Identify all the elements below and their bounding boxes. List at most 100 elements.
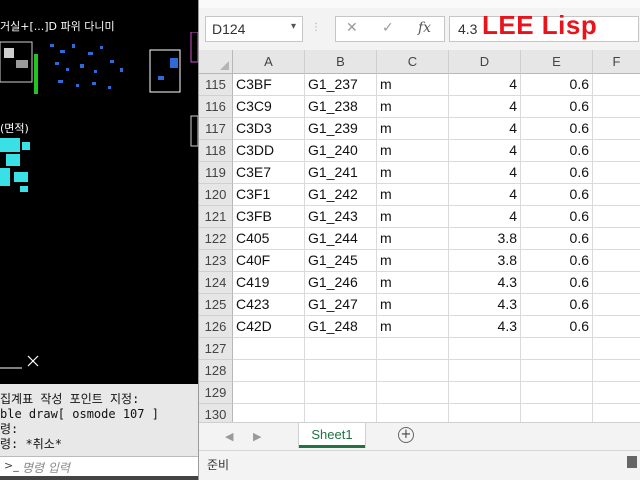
table-cell[interactable] <box>233 338 305 360</box>
table-cell[interactable] <box>377 338 449 360</box>
row-header[interactable]: 120 <box>199 184 233 206</box>
table-cell[interactable]: 0.6 <box>521 74 593 96</box>
table-cell[interactable]: C3BF <box>233 74 305 96</box>
command-input[interactable]: >_ 명령 입력 <box>0 456 198 476</box>
table-cell[interactable]: 4.3 <box>449 316 521 338</box>
table-cell[interactable] <box>521 382 593 404</box>
table-cell[interactable]: 4.3 <box>449 272 521 294</box>
cad-drawing-area[interactable]: 거실+[...]D 파위 다니미 (면적) 집계표 작성 포인트 지정: ble… <box>0 0 198 480</box>
table-cell[interactable]: m <box>377 74 449 96</box>
table-cell[interactable] <box>377 360 449 382</box>
table-cell[interactable]: G1_239 <box>305 118 377 140</box>
table-cell[interactable] <box>593 294 640 316</box>
row-header[interactable]: 115 <box>199 74 233 96</box>
table-cell[interactable] <box>305 360 377 382</box>
table-cell[interactable]: G1_238 <box>305 96 377 118</box>
row-header[interactable]: 126 <box>199 316 233 338</box>
table-cell[interactable] <box>593 338 640 360</box>
table-cell[interactable] <box>593 184 640 206</box>
table-cell[interactable]: 0.6 <box>521 228 593 250</box>
tab-sheet1[interactable]: Sheet1 <box>299 423 365 448</box>
table-cell[interactable]: 4.3 <box>449 294 521 316</box>
table-cell[interactable]: 0.6 <box>521 140 593 162</box>
table-cell[interactable]: C3DD <box>233 140 305 162</box>
row-header[interactable]: 116 <box>199 96 233 118</box>
table-cell[interactable]: G1_242 <box>305 184 377 206</box>
table-cell[interactable] <box>593 250 640 272</box>
table-cell[interactable]: m <box>377 228 449 250</box>
table-cell[interactable]: G1_241 <box>305 162 377 184</box>
table-cell[interactable] <box>593 316 640 338</box>
table-cell[interactable] <box>593 96 640 118</box>
table-cell[interactable] <box>593 272 640 294</box>
table-cell[interactable] <box>377 382 449 404</box>
row-header[interactable]: 129 <box>199 382 233 404</box>
table-cell[interactable]: C3FB <box>233 206 305 228</box>
table-cell[interactable]: 0.6 <box>521 118 593 140</box>
table-cell[interactable]: G1_244 <box>305 228 377 250</box>
table-cell[interactable]: C40F <box>233 250 305 272</box>
select-all-corner[interactable] <box>199 50 233 74</box>
table-cell[interactable]: m <box>377 316 449 338</box>
table-cell[interactable]: C3D3 <box>233 118 305 140</box>
table-cell[interactable]: 0.6 <box>521 206 593 228</box>
table-cell[interactable]: 4 <box>449 184 521 206</box>
table-cell[interactable]: m <box>377 140 449 162</box>
insert-function-icon[interactable]: fx <box>418 20 431 36</box>
table-cell[interactable]: G1_243 <box>305 206 377 228</box>
table-cell[interactable] <box>233 360 305 382</box>
table-cell[interactable]: 0.6 <box>521 250 593 272</box>
column-header-c[interactable]: C <box>377 50 449 74</box>
table-cell[interactable]: m <box>377 162 449 184</box>
table-cell[interactable]: C42D <box>233 316 305 338</box>
table-cell[interactable] <box>593 228 640 250</box>
row-header[interactable]: 121 <box>199 206 233 228</box>
table-cell[interactable]: C423 <box>233 294 305 316</box>
table-cell[interactable]: C3E7 <box>233 162 305 184</box>
table-cell[interactable] <box>305 338 377 360</box>
table-cell[interactable]: m <box>377 294 449 316</box>
table-cell[interactable]: C419 <box>233 272 305 294</box>
table-cell[interactable] <box>593 140 640 162</box>
row-header[interactable]: 125 <box>199 294 233 316</box>
column-header-a[interactable]: A <box>233 50 305 74</box>
table-cell[interactable]: 3.8 <box>449 250 521 272</box>
table-cell[interactable]: G1_247 <box>305 294 377 316</box>
table-cell[interactable] <box>521 338 593 360</box>
table-cell[interactable] <box>593 162 640 184</box>
table-cell[interactable]: 4 <box>449 96 521 118</box>
table-cell[interactable]: G1_246 <box>305 272 377 294</box>
table-cell[interactable]: 0.6 <box>521 184 593 206</box>
table-cell[interactable] <box>305 382 377 404</box>
table-cell[interactable]: G1_245 <box>305 250 377 272</box>
table-cell[interactable]: 0.6 <box>521 162 593 184</box>
table-cell[interactable]: 4 <box>449 162 521 184</box>
row-header[interactable]: 127 <box>199 338 233 360</box>
row-header[interactable]: 117 <box>199 118 233 140</box>
table-cell[interactable] <box>449 360 521 382</box>
table-cell[interactable]: C3C9 <box>233 96 305 118</box>
tab-scroll-left-icon[interactable]: ◀ <box>225 430 233 443</box>
row-header[interactable]: 118 <box>199 140 233 162</box>
row-header[interactable]: 119 <box>199 162 233 184</box>
table-cell[interactable]: m <box>377 206 449 228</box>
add-sheet-icon[interactable]: + <box>398 427 414 443</box>
row-header[interactable]: 122 <box>199 228 233 250</box>
table-cell[interactable]: G1_248 <box>305 316 377 338</box>
table-cell[interactable]: 4 <box>449 74 521 96</box>
table-cell[interactable]: 0.6 <box>521 316 593 338</box>
table-cell[interactable] <box>449 338 521 360</box>
table-cell[interactable]: 3.8 <box>449 228 521 250</box>
table-cell[interactable]: m <box>377 250 449 272</box>
chevron-down-icon[interactable]: ▾ <box>291 21 296 32</box>
table-cell[interactable] <box>593 382 640 404</box>
table-cell[interactable] <box>593 206 640 228</box>
table-cell[interactable]: C405 <box>233 228 305 250</box>
table-cell[interactable] <box>521 360 593 382</box>
table-cell[interactable]: m <box>377 118 449 140</box>
row-header[interactable]: 123 <box>199 250 233 272</box>
table-cell[interactable]: G1_240 <box>305 140 377 162</box>
table-cell[interactable]: 0.6 <box>521 294 593 316</box>
table-cell[interactable]: C3F1 <box>233 184 305 206</box>
table-cell[interactable]: 4 <box>449 140 521 162</box>
